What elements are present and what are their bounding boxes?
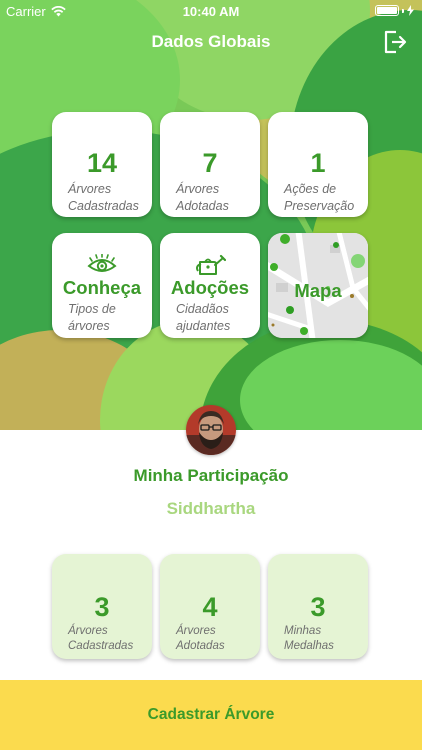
watering-can-icon [196, 254, 226, 275]
cadastrar-arvore-button[interactable]: Cadastrar Árvore [0, 680, 422, 750]
logout-icon [384, 30, 407, 54]
stat-card-acoes-preservacao[interactable]: 1 Ações de Preservação [268, 112, 368, 217]
clock: 10:40 AM [182, 4, 240, 19]
adocoes-card[interactable]: Adoções Cidadãos ajudantes [160, 233, 260, 338]
page-title: Dados Globais [151, 32, 271, 51]
status-bar: Carrier 10:40 AM [0, 0, 422, 22]
stat-value: 4 [202, 592, 218, 622]
stat-value: 3 [310, 592, 326, 622]
conheca-card[interactable]: Conheça Tipos de árvores [52, 233, 152, 338]
card-title: Adoções [170, 277, 250, 298]
stat-card-arvores-cadastradas[interactable]: 14 Árvores Cadastradas [52, 112, 152, 217]
stat-label: Minhas Medalhas [284, 625, 334, 652]
stat-value: 1 [310, 148, 326, 178]
stat-label: Árvores Adotadas [176, 182, 229, 213]
stat-label: Árvores Cadastradas [68, 625, 134, 652]
stat-value: 14 [86, 148, 118, 178]
my-stat-card-arvores-adotadas[interactable]: 4 Árvores Adotadas [160, 554, 260, 659]
user-photo [186, 405, 236, 455]
card-title: Conheça [62, 277, 142, 298]
my-stat-card-arvores-cadastradas[interactable]: 3 Árvores Cadastradas [52, 554, 152, 659]
stat-value: 3 [94, 592, 110, 622]
stat-value: 7 [202, 148, 218, 178]
stat-label: Árvores Cadastradas [68, 182, 139, 213]
card-subtitle: Tipos de árvores [68, 302, 116, 333]
avatar[interactable] [186, 405, 236, 455]
mapa-card[interactable]: Mapa [268, 233, 368, 338]
stat-label: Árvores Adotadas [176, 625, 225, 652]
username: Siddhartha [166, 499, 256, 518]
stat-label: Ações de Preservação [284, 182, 355, 213]
stat-card-arvores-adotadas[interactable]: 7 Árvores Adotadas [160, 112, 260, 217]
card-title: Mapa [294, 280, 342, 301]
eye-icon [87, 254, 117, 272]
charging-icon [407, 5, 414, 16]
my-stat-card-medalhas[interactable]: 3 Minhas Medalhas [268, 554, 368, 659]
battery-icon [375, 5, 414, 16]
cta-label: Cadastrar Árvore [147, 706, 275, 723]
card-subtitle: Cidadãos ajudantes [176, 302, 231, 333]
participation-title: Minha Participação [133, 466, 289, 485]
logout-button[interactable] [382, 29, 408, 55]
